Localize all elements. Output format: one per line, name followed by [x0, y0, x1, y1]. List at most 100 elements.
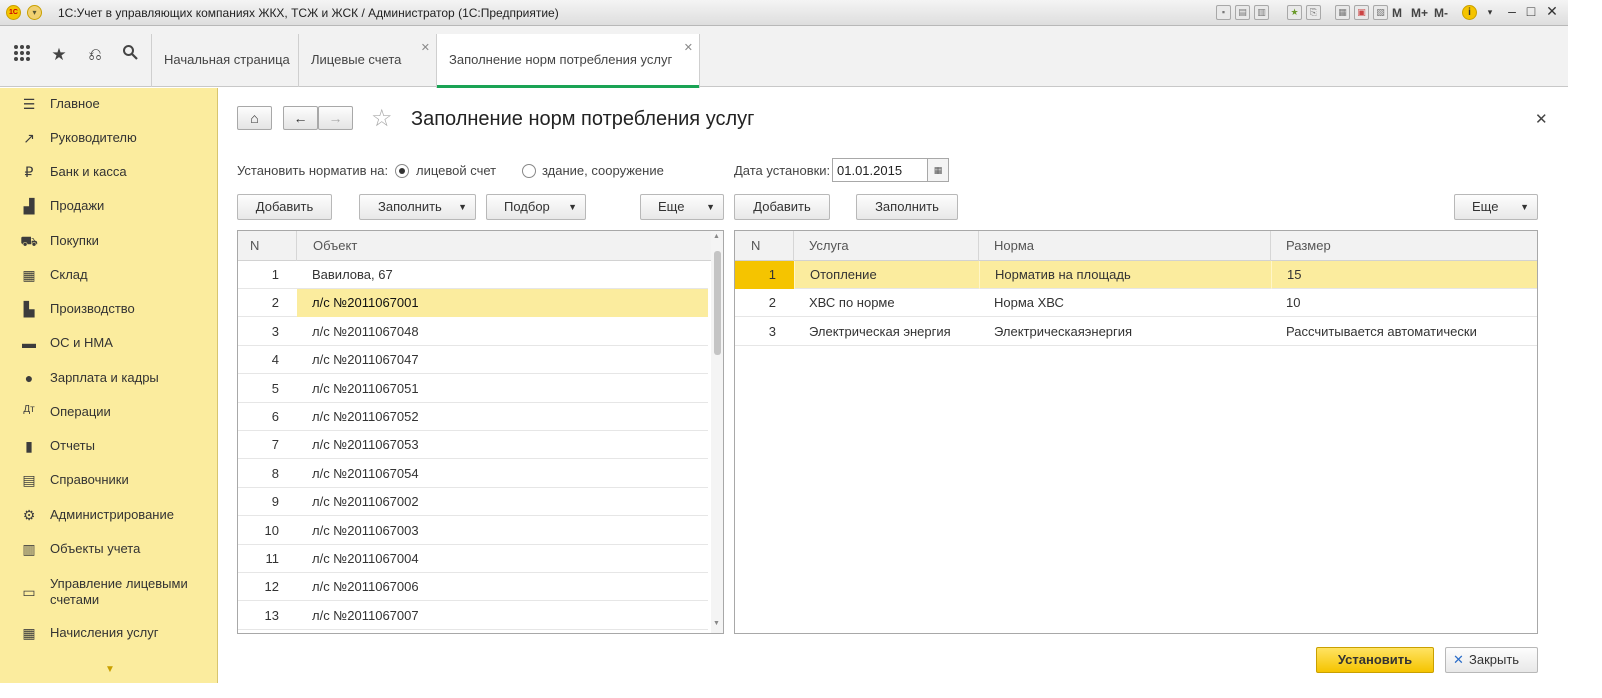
sidebar-item-label: Справочники — [50, 472, 129, 487]
left-table-scrollbar[interactable]: ▲ ▼ — [711, 231, 723, 633]
history-icon[interactable]: ⎌ — [83, 43, 107, 67]
sidebar-item-account-management[interactable]: ▭ Управление лицевыми счетами — [0, 576, 218, 612]
date-field[interactable]: 01.01.2015 — [832, 158, 928, 182]
favorites-add-icon[interactable]: ★ — [1287, 5, 1302, 20]
close-x-icon: ✕ — [1453, 652, 1464, 667]
dt-kt-icon: Дт — [23, 404, 35, 415]
sidebar-item-catalogs[interactable]: ▤ Справочники — [0, 472, 218, 494]
sidebar-item-fixed-assets[interactable]: ▬ ОС и НМА — [0, 335, 218, 357]
table-row[interactable]: 4 л/с №2011067047 — [238, 346, 708, 375]
column-header-object[interactable]: Объект — [297, 231, 710, 261]
table-row[interactable]: 1 Отопление Норматив на площадь 15 — [735, 261, 1537, 289]
right-add-button[interactable]: Добавить — [734, 194, 830, 220]
apps-grid-icon[interactable] — [10, 43, 34, 67]
row-object: л/с №2011067007 — [312, 607, 419, 623]
home-button[interactable]: ⌂ — [237, 106, 272, 130]
table-row[interactable]: 2 л/с №2011067001 — [238, 289, 708, 318]
minimize-icon[interactable]: – — [1503, 3, 1521, 19]
table-icon[interactable]: ▦ — [1335, 5, 1350, 20]
table-row[interactable]: 3 л/с №2011067048 — [238, 318, 708, 346]
print-icon[interactable]: ▤ — [1235, 5, 1250, 20]
left-pick-button[interactable]: Подбор ▼ — [486, 194, 586, 220]
table-row[interactable]: 8 л/с №2011067054 — [238, 460, 708, 488]
table-row[interactable]: 12 л/с №2011067006 — [238, 573, 708, 602]
close-button[interactable]: ✕ Закрыть — [1445, 647, 1538, 673]
sidebar-item-sales[interactable]: ▟ Продажи — [0, 198, 218, 220]
memory-plus-button[interactable]: M+ — [1411, 6, 1428, 20]
memory-minus-button[interactable]: M- — [1434, 6, 1448, 20]
close-tab-icon[interactable]: ✕ — [421, 41, 430, 54]
table-row[interactable]: 2 ХВС по норме Норма ХВС 10 — [735, 289, 1537, 318]
sidebar-item-operations[interactable]: Дт Операции — [0, 404, 218, 426]
1c-logo-icon[interactable]: 1С — [6, 5, 21, 20]
sidebar-item-service-charges[interactable]: ▦ Начисления услуг — [0, 625, 218, 647]
column-header-n[interactable]: N — [735, 231, 794, 261]
left-more-button[interactable]: Еще ▼ — [640, 194, 724, 220]
tab-accounts[interactable]: Лицевые счета ✕ — [298, 34, 436, 87]
right-fill-button[interactable]: Заполнить — [856, 194, 958, 220]
scroll-down-icon[interactable]: ▼ — [105, 664, 115, 675]
calculator-tool-icon[interactable]: ▧ — [1373, 5, 1388, 20]
search-icon[interactable] — [118, 43, 142, 67]
radio-building[interactable] — [522, 164, 536, 178]
table-row[interactable]: 7 л/с №2011067053 — [238, 431, 708, 460]
sidebar-item-reports[interactable]: ▮ Отчеты — [0, 438, 218, 460]
column-header-size[interactable]: Размер — [1271, 231, 1537, 261]
sidebar-item-manager[interactable]: ↗ Руководителю — [0, 130, 218, 152]
close-form-icon[interactable]: ✕ — [1535, 110, 1548, 128]
radio-building-label[interactable]: здание, сооружение — [542, 163, 664, 178]
save-icon[interactable]: ▪ — [1216, 5, 1231, 20]
objects-table: N Объект 1 Вавилова, 67 2 л/с №2011067001 3 л… — [237, 230, 724, 634]
radio-account-label[interactable]: лицевой счет — [416, 163, 496, 178]
column-header-service[interactable]: Услуга — [794, 231, 979, 261]
sidebar-item-bank[interactable]: ₽ Банк и касса — [0, 164, 218, 186]
preview-icon[interactable]: ▥ — [1254, 5, 1269, 20]
sidebar-item-warehouse[interactable]: ▦ Склад — [0, 267, 218, 289]
calendar-picker-icon[interactable]: ▦ — [927, 158, 949, 182]
table-row[interactable]: 6 л/с №2011067052 — [238, 403, 708, 431]
calendar-icon[interactable]: ▣ — [1354, 5, 1369, 20]
favorite-star-icon[interactable]: ☆ — [371, 104, 393, 133]
sidebar-item-objects[interactable]: ▥ Объекты учета — [0, 541, 218, 563]
favorites-star-icon[interactable]: ★ — [47, 43, 71, 67]
link-icon[interactable]: ⎘ — [1306, 5, 1321, 20]
calculator-icon: ▦ — [22, 625, 36, 641]
close-window-icon[interactable]: ✕ — [1543, 3, 1561, 20]
scrollbar-thumb[interactable] — [714, 251, 721, 355]
back-button[interactable]: ← — [283, 106, 318, 130]
gear-icon: ⚙ — [22, 507, 36, 523]
table-row[interactable]: 10 л/с №2011067003 — [238, 517, 708, 545]
left-fill-button[interactable]: Заполнить ▼ — [359, 194, 476, 220]
tab-home[interactable]: Начальная страница — [151, 34, 298, 87]
info-icon[interactable]: i — [1462, 5, 1477, 20]
scroll-up-icon[interactable]: ▲ — [713, 233, 720, 240]
right-more-button[interactable]: Еще ▼ — [1454, 194, 1538, 220]
sidebar-item-production[interactable]: ▙ Производство — [0, 301, 218, 323]
sidebar-item-main[interactable]: ☰ Главное — [0, 96, 218, 118]
forward-button[interactable]: → — [318, 106, 353, 130]
close-tab-icon[interactable]: ✕ — [684, 41, 693, 54]
table-row[interactable]: 1 Вавилова, 67 — [238, 261, 708, 289]
sidebar-item-payroll[interactable]: ● Зарплата и кадры — [0, 370, 218, 392]
table-header: N Объект — [238, 231, 723, 261]
table-row[interactable]: 11 л/с №2011067004 — [238, 545, 708, 573]
chevron-down-icon[interactable]: ▾ — [1481, 7, 1499, 18]
column-header-n[interactable]: N — [238, 231, 297, 261]
sidebar-item-administration[interactable]: ⚙ Администрирование — [0, 507, 218, 529]
truck-icon: ▬ — [22, 335, 36, 351]
set-button[interactable]: Установить — [1316, 647, 1434, 673]
sidebar-item-purchases[interactable]: ⛟ Покупки — [0, 233, 218, 255]
table-row[interactable]: 5 л/с №2011067051 — [238, 375, 708, 403]
radio-account[interactable] — [395, 164, 409, 178]
maximize-icon[interactable]: □ — [1522, 3, 1540, 19]
tab-norms[interactable]: Заполнение норм потребления услуг ✕ — [436, 34, 700, 88]
main-menu-icon[interactable]: ▾ — [27, 5, 42, 20]
scroll-down-icon[interactable]: ▼ — [713, 620, 720, 627]
column-header-norm[interactable]: Норма — [979, 231, 1271, 261]
table-row[interactable]: 9 л/с №2011067002 — [238, 488, 708, 517]
table-row[interactable]: 3 Электрическая энергия Электрическаяэнерг… — [735, 318, 1537, 346]
memory-button[interactable]: M — [1392, 6, 1402, 20]
left-add-button[interactable]: Добавить — [237, 194, 332, 220]
row-number: 13 — [264, 607, 279, 623]
table-row[interactable]: 13 л/с №2011067007 — [238, 602, 708, 630]
